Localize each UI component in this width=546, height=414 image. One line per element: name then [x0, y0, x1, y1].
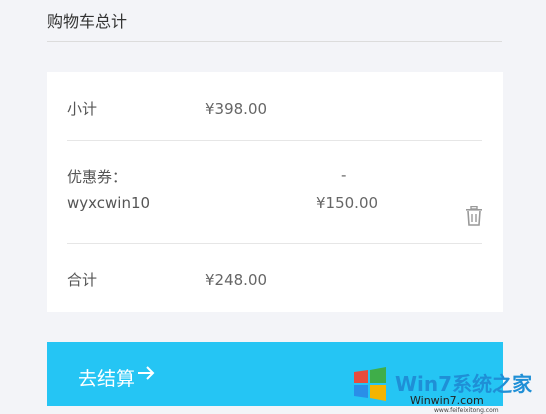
watermark-domain: Winwin7.com — [410, 394, 484, 407]
page-title: 购物车总计 — [47, 12, 128, 31]
coupon-code: wyxcwin10 — [67, 194, 151, 212]
coupon-dash: - — [341, 166, 347, 184]
subtotal-value: ¥398.00 — [205, 100, 268, 118]
arrow-right-icon — [138, 366, 155, 380]
cart-totals-card: 小计 ¥398.00 优惠券： wyxcwin10 - ¥150.00 合计 ¥… — [47, 72, 503, 312]
card-divider — [67, 140, 482, 141]
total-label: 合计 — [67, 271, 98, 289]
coupon-label: 优惠券： — [67, 168, 128, 186]
card-divider — [67, 243, 482, 244]
checkout-label: 去结算 — [78, 368, 136, 390]
total-value: ¥248.00 — [205, 271, 268, 289]
header-divider — [47, 41, 502, 42]
subtotal-label: 小计 — [67, 100, 98, 118]
coupon-amount: ¥150.00 — [316, 194, 379, 212]
watermark: Win7系统之家 Winwin7.com www.feifeixitong.co… — [340, 360, 546, 414]
watermark-text: Win7系统之家 — [395, 372, 533, 396]
watermark-url: www.feifeixitong.com — [434, 407, 499, 414]
windows-logo-icon — [354, 367, 386, 401]
trash-icon[interactable] — [465, 206, 483, 226]
